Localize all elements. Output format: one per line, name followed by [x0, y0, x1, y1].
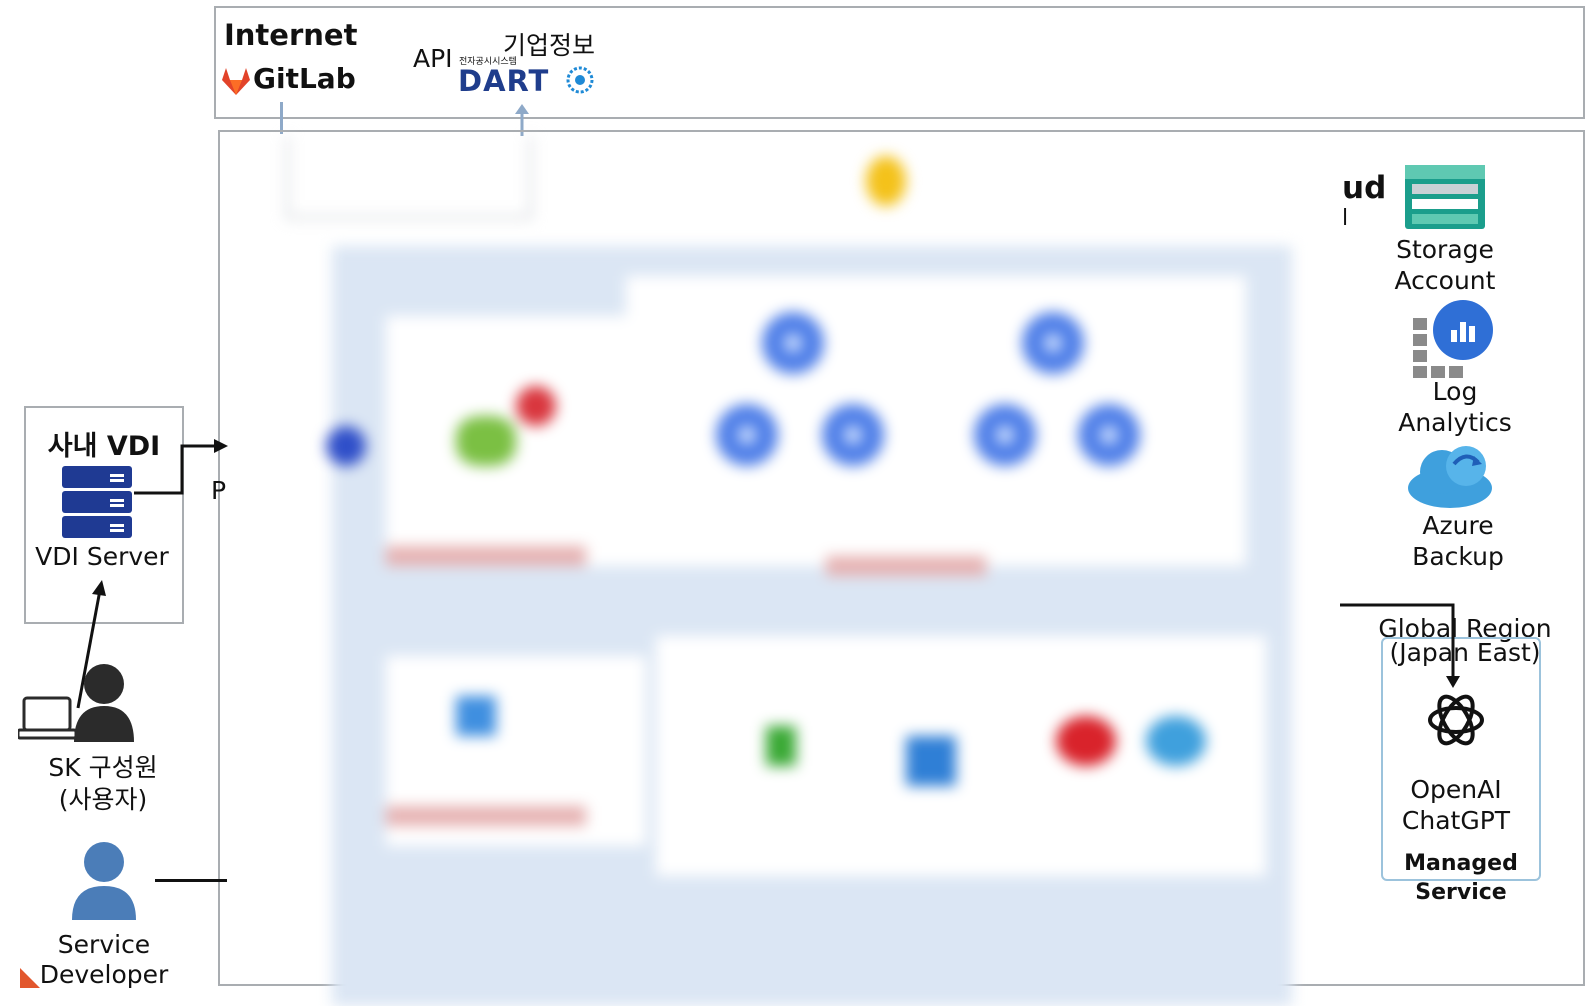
laptop-user-icon	[16, 664, 134, 742]
dart-sun-icon	[566, 66, 594, 94]
server-icon	[62, 466, 132, 538]
openai-label-1: OpenAI	[1410, 775, 1502, 804]
developer-label-1: Service	[57, 930, 151, 959]
sk-member-user[interactable]	[16, 662, 148, 742]
vdi-to-cloud-arrow	[134, 439, 228, 495]
managed-label-1: Managed	[1404, 851, 1518, 876]
sk-member-sub: (사용자)	[58, 785, 148, 814]
log-label-1: Log	[1432, 377, 1478, 406]
openai-connector	[1340, 603, 1460, 688]
storage-account-icon	[1405, 165, 1485, 229]
internet-title: Internet	[224, 18, 358, 52]
gitlab-label: GitLab	[253, 62, 356, 95]
dart-label: DART	[458, 64, 550, 98]
gitlab-icon	[222, 68, 250, 95]
openai-logo-icon	[1428, 694, 1484, 746]
vdi-server[interactable]	[60, 464, 134, 540]
azure-backup-icon	[1408, 446, 1492, 508]
log-analytics-icon	[1413, 300, 1493, 378]
api-label: API	[413, 44, 453, 73]
backup-label-1: Azure	[1422, 511, 1494, 540]
storage-label-1: Storage	[1396, 235, 1494, 264]
developer-to-cloud-line	[155, 879, 227, 882]
storage-account[interactable]: Storage Account	[1380, 162, 1510, 297]
openai-label-2: ChatGPT	[1401, 806, 1511, 835]
sk-member-label: SK 구성원	[48, 753, 158, 782]
managed-label-2: Service	[1415, 880, 1507, 905]
log-analytics[interactable]: Log Analytics	[1395, 298, 1515, 438]
service-developer-user[interactable]	[70, 840, 138, 920]
backup-label-2: Backup	[1412, 542, 1504, 571]
openai-service[interactable]: OpenAI ChatGPT	[1381, 685, 1541, 845]
log-label-2: Analytics	[1398, 408, 1512, 437]
developer-person-icon	[72, 842, 136, 920]
blurred-architecture	[226, 136, 1344, 1006]
vdi-server-label: VDI Server	[35, 542, 169, 571]
azure-backup[interactable]: Azure Backup	[1398, 436, 1518, 576]
cloud-subtitle-fragment: l	[1342, 206, 1349, 231]
gitlab-logo[interactable]: GitLab	[220, 62, 356, 100]
developer-label-2: Developer	[39, 960, 169, 989]
dart-logo[interactable]: DART	[458, 64, 598, 98]
storage-label-2: Account	[1394, 266, 1496, 295]
